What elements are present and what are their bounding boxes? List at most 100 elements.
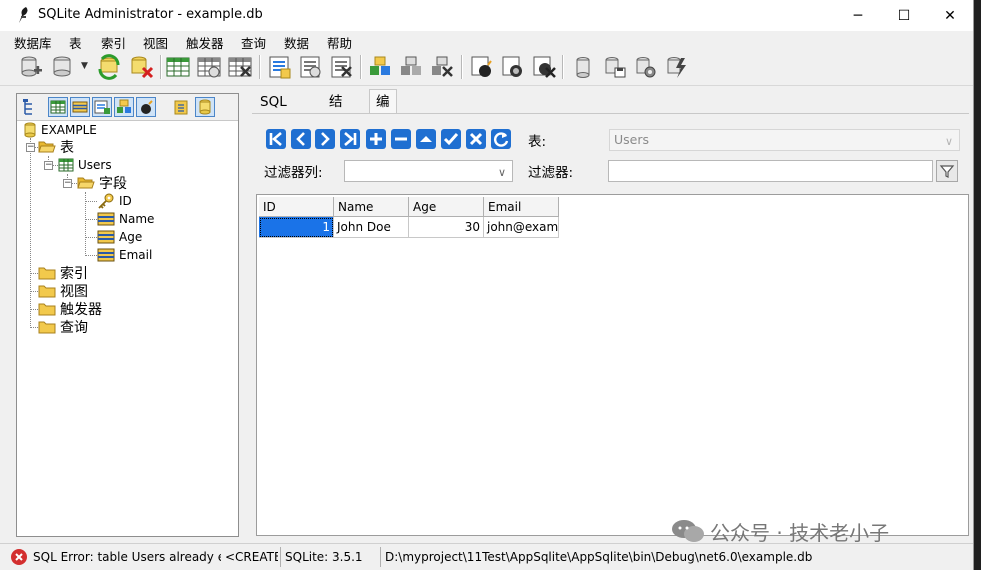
delete-trigger-icon[interactable] [531,54,557,80]
open-database-icon[interactable] [50,54,76,80]
tree-table-users[interactable]: Users [58,156,112,174]
tab-results[interactable]: 结果 [323,92,349,131]
error-icon [11,549,27,565]
column-header-name[interactable]: Name [334,197,409,217]
menu-index[interactable]: 索引 [101,33,126,52]
edit-trigger-icon[interactable] [500,54,526,80]
column-header-email[interactable]: Email [484,197,559,217]
tree-field-age[interactable]: Age [97,228,142,246]
menu-data[interactable]: 数据 [284,33,309,52]
backup-database-icon[interactable] [601,54,627,80]
show-views-toggle[interactable] [114,97,134,117]
next-record-icon[interactable] [314,128,336,150]
filter-input[interactable] [608,160,933,182]
tree-collapse-toggle[interactable]: − [63,179,72,188]
tree-field-label: Age [119,230,143,244]
menu-trigger[interactable]: 触发器 [186,33,224,52]
menu-help[interactable]: 帮助 [327,33,352,52]
show-tables-toggle[interactable] [48,97,68,117]
apply-filter-button[interactable] [936,160,958,182]
tree-folder-queries[interactable]: 查询 [38,318,88,336]
table-select[interactable]: Users ∨ [609,129,960,151]
first-record-icon[interactable] [265,128,287,150]
main-toolbar: ▼ [0,51,973,86]
open-dropdown-arrow-icon[interactable]: ▼ [81,61,88,71]
delete-view-icon[interactable] [429,54,455,80]
last-record-icon[interactable] [339,128,361,150]
tree-folder-label: 表 [60,140,74,156]
window-title: SQLite Administrator - example.db [38,7,263,22]
delete-record-icon[interactable] [390,128,412,150]
menu-query[interactable]: 查询 [241,33,266,52]
refresh-database-icon[interactable] [96,54,122,80]
new-index-icon[interactable] [266,54,292,80]
tree-folder-triggers[interactable]: 触发器 [38,300,102,318]
tree-folder-tables[interactable]: 表 [38,138,74,156]
new-database-icon[interactable] [18,54,44,80]
database-tree: EXAMPLE − 表 − Users − 字段 ID Name Age Ema… [17,120,238,535]
tree-field-name[interactable]: Name [97,210,154,228]
tree-collapse-toggle[interactable]: − [26,143,35,152]
show-queries-button[interactable] [172,97,192,117]
show-database-toggle[interactable] [195,97,215,117]
database-tree-panel: EXAMPLE − 表 − Users − 字段 ID Name Age Ema… [16,93,239,537]
tree-folder-views[interactable]: 视图 [38,282,88,300]
insert-record-icon[interactable] [365,128,387,150]
show-indexes-toggle[interactable] [92,97,112,117]
tree-field-label: Email [119,248,153,262]
new-trigger-icon[interactable] [469,54,495,80]
delete-table-icon[interactable] [227,54,253,80]
edit-table-icon[interactable] [196,54,222,80]
grid-cell-age[interactable]: 30 [409,217,484,238]
show-triggers-toggle[interactable] [136,97,156,117]
database-info-icon[interactable] [570,54,596,80]
column-header-id[interactable]: ID [259,197,334,217]
new-view-icon[interactable] [367,54,393,80]
tree-folder-fields[interactable]: 字段 [77,174,127,192]
filter-column-select[interactable]: ∨ [344,160,513,182]
minimize-button[interactable]: ─ [835,0,881,31]
post-edit-icon[interactable] [440,128,462,150]
menu-database[interactable]: 数据库 [14,33,52,52]
tree-folder-label: 查询 [60,320,88,336]
close-button[interactable]: ✕ [927,0,973,31]
status-separator [280,547,281,567]
tree-folder-indexes[interactable]: 索引 [38,264,88,282]
toolbar-separator [259,55,261,79]
folder-icon [38,267,56,280]
tree-field-email[interactable]: Email [97,246,152,264]
tree-folder-label: 索引 [60,266,88,282]
data-grid: ID Name Age Email 1 John Doe 30 john@exa… [256,194,969,536]
show-fields-toggle[interactable] [70,97,90,117]
edit-index-icon[interactable] [297,54,323,80]
filter-funnel-icon [939,165,955,178]
column-header-age[interactable]: Age [409,197,484,217]
grid-cell-email[interactable]: john@examp [484,217,559,238]
database-icon [24,122,36,138]
grid-cell-id[interactable]: 1 [259,217,334,238]
edit-record-icon[interactable] [415,128,437,150]
tree-field-id[interactable]: ID [97,192,132,210]
refresh-data-icon[interactable] [490,128,512,150]
new-table-icon[interactable] [165,54,191,80]
maximize-button[interactable]: ☐ [881,0,927,31]
tab-edit-data[interactable]: 编辑数据 [369,89,397,185]
tree-line [85,219,97,220]
status-separator [380,547,381,567]
execute-query-icon[interactable] [663,54,689,80]
field-icon [97,230,115,244]
edit-view-icon[interactable] [398,54,424,80]
tree-table-label: Users [78,158,112,172]
tree-view-icon[interactable] [20,97,40,117]
delete-database-icon[interactable] [128,54,154,80]
cancel-edit-icon[interactable] [465,128,487,150]
delete-index-icon[interactable] [328,54,354,80]
menu-table[interactable]: 表 [69,33,82,52]
tree-collapse-toggle[interactable]: − [44,161,53,170]
database-settings-icon[interactable] [632,54,658,80]
menu-view[interactable]: 视图 [143,33,168,52]
folder-open-icon [38,141,56,153]
tab-sql-query[interactable]: SQL 查询 [254,92,293,152]
previous-record-icon[interactable] [290,128,312,150]
grid-cell-name[interactable]: John Doe [334,217,409,238]
